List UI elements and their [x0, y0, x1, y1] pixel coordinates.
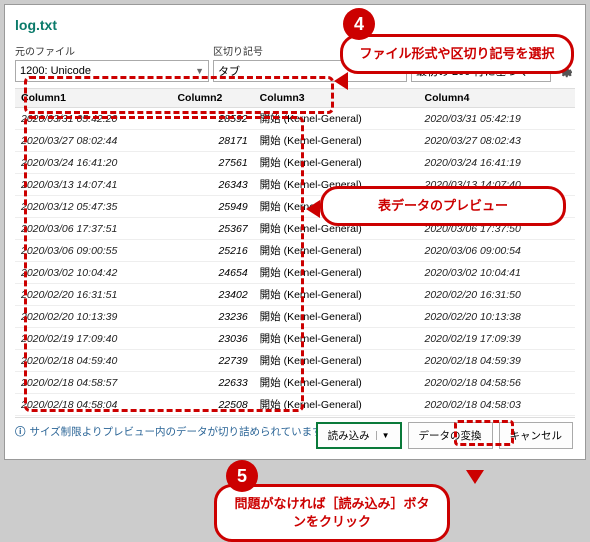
- table-cell: 22633: [171, 372, 253, 394]
- table-cell: 2020/03/31 05:42:20: [15, 108, 171, 130]
- table-cell: 28592: [171, 108, 253, 130]
- table-cell: 開始 (Kernel-General): [254, 108, 419, 130]
- table-cell: 2020/02/20 10:13:39: [15, 306, 171, 328]
- table-cell: 2020/03/06 09:00:55: [15, 240, 171, 262]
- table-cell: 2020/02/19 17:09:40: [15, 328, 171, 350]
- table-cell: 開始 (Kernel-General): [254, 372, 419, 394]
- table-cell: 2020/02/18 04:59:40: [15, 350, 171, 372]
- step-badge-5: 5: [226, 460, 258, 492]
- transform-label: データの変換: [419, 428, 482, 443]
- table-row[interactable]: 2020/02/18 04:58:0422508開始 (Kernel-Gener…: [15, 394, 575, 416]
- load-button[interactable]: 読み込み ▼: [316, 422, 402, 449]
- chevron-down-icon[interactable]: ▼: [376, 431, 390, 440]
- table-cell: 25216: [171, 240, 253, 262]
- table-cell: 26343: [171, 174, 253, 196]
- table-cell: 開始 (Kernel-General): [254, 284, 419, 306]
- table-cell: 2020/02/20 10:13:38: [419, 306, 576, 328]
- table-cell: 25367: [171, 218, 253, 240]
- arrow-icon: [306, 200, 320, 218]
- table-cell: 2020/03/02 10:04:42: [15, 262, 171, 284]
- table-cell: 2020/03/02 10:04:41: [419, 262, 576, 284]
- table-row[interactable]: 2020/02/20 16:31:5123402開始 (Kernel-Gener…: [15, 284, 575, 306]
- table-cell: 2020/03/24 16:41:19: [419, 152, 576, 174]
- table-row[interactable]: 2020/01/22 03:14:5519735開始 (Kernel-Gener…: [15, 416, 575, 419]
- transform-button[interactable]: データの変換: [408, 422, 493, 449]
- info-icon: ⓘ: [15, 424, 26, 439]
- table-cell: 24654: [171, 262, 253, 284]
- arrow-icon: [466, 470, 484, 484]
- table-cell: 開始 (Kernel-General): [254, 416, 419, 419]
- encoding-value: 1200: Unicode: [20, 65, 91, 77]
- table-cell: 2020/03/13 14:07:41: [15, 174, 171, 196]
- table-row[interactable]: 2020/03/27 08:02:4428171開始 (Kernel-Gener…: [15, 130, 575, 152]
- table-cell: 2020/03/06 09:00:54: [419, 240, 576, 262]
- table-cell: 2020/03/27 08:02:44: [15, 130, 171, 152]
- table-row[interactable]: 2020/03/24 16:41:2027561開始 (Kernel-Gener…: [15, 152, 575, 174]
- preview-table: Column1Column2Column3Column4 2020/03/31 …: [15, 89, 575, 418]
- origin-col: 元のファイル 1200: Unicode ▼: [15, 43, 209, 82]
- button-row: 読み込み ▼ データの変換 キャンセル: [316, 422, 573, 449]
- step-badge-4: 4: [343, 8, 375, 40]
- table-cell: 開始 (Kernel-General): [254, 262, 419, 284]
- column-header[interactable]: Column1: [15, 89, 171, 108]
- dialog-title: log.txt: [15, 17, 575, 33]
- table-cell: 2020/02/20 16:31:50: [419, 284, 576, 306]
- table-cell: 2020/03/12 05:47:35: [15, 196, 171, 218]
- table-cell: 22508: [171, 394, 253, 416]
- delimiter-value: タブ: [218, 63, 240, 79]
- table-cell: 2020/02/18 04:58:57: [15, 372, 171, 394]
- table-cell: 2020/02/18 04:58:56: [419, 372, 576, 394]
- column-header[interactable]: Column3: [254, 89, 419, 108]
- table-cell: 開始 (Kernel-General): [254, 350, 419, 372]
- callout-1: ファイル形式や区切り記号を選択: [340, 34, 574, 74]
- table-row[interactable]: 2020/03/31 05:42:2028592開始 (Kernel-Gener…: [15, 108, 575, 130]
- table-cell: 開始 (Kernel-General): [254, 240, 419, 262]
- encoding-select[interactable]: 1200: Unicode ▼: [15, 60, 209, 82]
- table-cell: 開始 (Kernel-General): [254, 394, 419, 416]
- table-cell: 25949: [171, 196, 253, 218]
- table-cell: 2020/02/20 16:31:51: [15, 284, 171, 306]
- table-row[interactable]: 2020/03/02 10:04:4224654開始 (Kernel-Gener…: [15, 262, 575, 284]
- info-text: サイズ制限よりプレビュー内のデータが切り詰められています。: [30, 424, 333, 439]
- arrow-icon: [334, 72, 348, 90]
- table-row[interactable]: 2020/02/18 04:58:5722633開始 (Kernel-Gener…: [15, 372, 575, 394]
- table-cell: 2020/01/22 03:14:55: [15, 416, 171, 419]
- table-row[interactable]: 2020/02/18 04:59:4022739開始 (Kernel-Gener…: [15, 350, 575, 372]
- column-header[interactable]: Column4: [419, 89, 576, 108]
- table-cell: 28171: [171, 130, 253, 152]
- table-cell: 19735: [171, 416, 253, 419]
- table-cell: 開始 (Kernel-General): [254, 306, 419, 328]
- table-cell: 2020/03/27 08:02:43: [419, 130, 576, 152]
- table-cell: 2020/03/06 17:37:51: [15, 218, 171, 240]
- callout-2: 表データのプレビュー: [320, 186, 566, 226]
- load-label: 読み込み: [328, 428, 370, 443]
- table-row[interactable]: 2020/02/20 10:13:3923236開始 (Kernel-Gener…: [15, 306, 575, 328]
- cancel-label: キャンセル: [510, 428, 563, 443]
- table-cell: 開始 (Kernel-General): [254, 152, 419, 174]
- table-cell: 2020/03/24 16:41:20: [15, 152, 171, 174]
- table-cell: 22739: [171, 350, 253, 372]
- table-row[interactable]: 2020/02/19 17:09:4023036開始 (Kernel-Gener…: [15, 328, 575, 350]
- table-cell: 開始 (Kernel-General): [254, 328, 419, 350]
- table-cell: 2020/02/18 04:59:39: [419, 350, 576, 372]
- table-cell: 2020/03/31 05:42:19: [419, 108, 576, 130]
- cancel-button[interactable]: キャンセル: [499, 422, 574, 449]
- table-cell: 2020/02/18 04:58:03: [419, 394, 576, 416]
- origin-label: 元のファイル: [15, 43, 209, 58]
- table-cell: 23402: [171, 284, 253, 306]
- chevron-down-icon: ▼: [195, 66, 204, 76]
- table-cell: 23236: [171, 306, 253, 328]
- table-cell: 2020/02/18 04:58:04: [15, 394, 171, 416]
- table-cell: 27561: [171, 152, 253, 174]
- column-header[interactable]: Column2: [171, 89, 253, 108]
- table-cell: 開始 (Kernel-General): [254, 130, 419, 152]
- table-cell: 2020/01/22 03:14:54: [419, 416, 576, 419]
- table-cell: 23036: [171, 328, 253, 350]
- callout-3: 問題がなければ［読み込み］ボタンをクリック: [214, 484, 450, 542]
- preview-table-wrap: Column1Column2Column3Column4 2020/03/31 …: [15, 88, 575, 418]
- table-cell: 2020/02/19 17:09:39: [419, 328, 576, 350]
- table-row[interactable]: 2020/03/06 09:00:5525216開始 (Kernel-Gener…: [15, 240, 575, 262]
